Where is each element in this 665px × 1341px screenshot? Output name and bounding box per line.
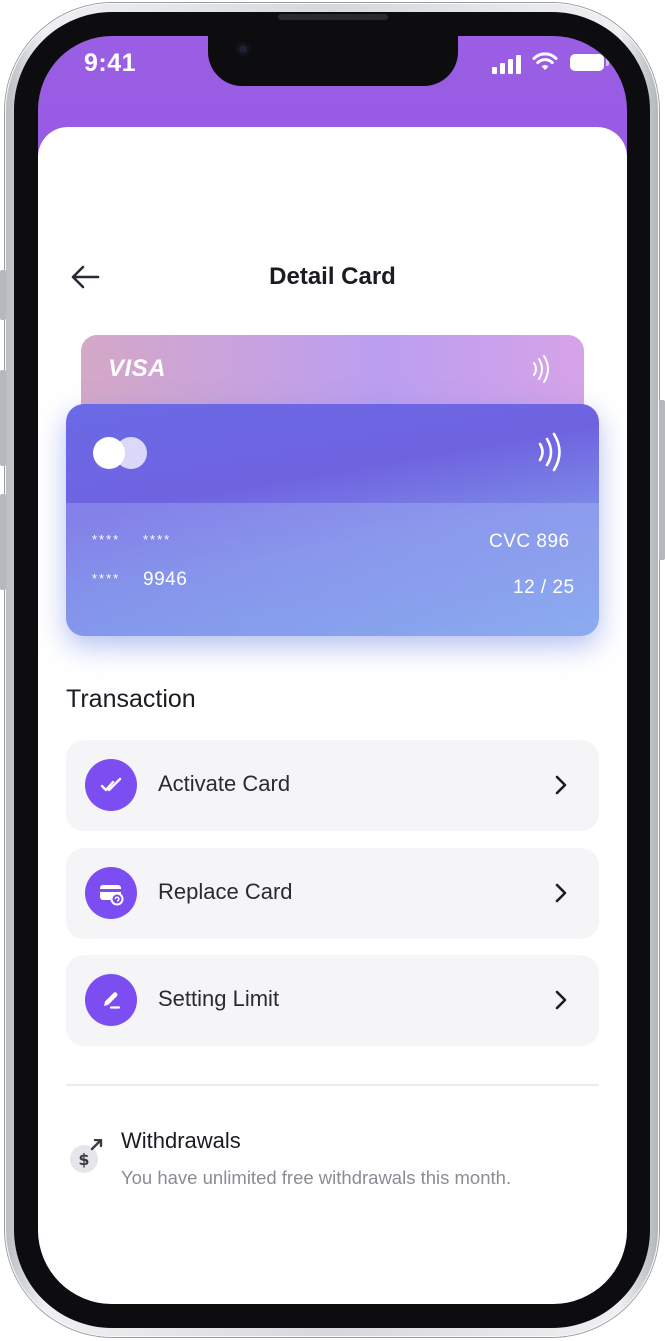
chevron-right-icon xyxy=(555,775,567,795)
contactless-icon xyxy=(538,432,561,472)
replace-card-label: Replace Card xyxy=(158,879,293,904)
volume-up-button xyxy=(0,370,6,466)
activate-card-button[interactable]: Activate Card xyxy=(66,740,599,831)
setting-limit-button[interactable]: Setting Limit xyxy=(66,955,599,1046)
svg-text:$: $ xyxy=(78,1150,89,1169)
primary-card[interactable]: **** **** **** 9946 CVC 896 12 / 25 xyxy=(66,404,599,636)
screen: 9:41 Detail Card VISA **** **** **** 994… xyxy=(38,36,627,1304)
pencil-icon xyxy=(85,974,137,1026)
withdrawals-title: Withdrawals xyxy=(121,1128,241,1153)
mastercard-logo-icon xyxy=(93,437,147,469)
card-number-group: **** xyxy=(92,532,121,547)
battery-tip xyxy=(606,59,609,66)
withdrawals-subtitle: You have unlimited free withdrawals this… xyxy=(121,1167,512,1188)
card-last-digits: 9946 xyxy=(143,569,188,590)
wifi-icon xyxy=(532,52,558,70)
earpiece-speaker xyxy=(278,14,388,20)
card-number-group: **** xyxy=(92,571,121,586)
visa-logo: VISA xyxy=(108,355,167,382)
front-camera xyxy=(236,42,250,56)
status-time: 9:41 xyxy=(84,49,137,77)
battery-icon xyxy=(570,54,604,71)
chevron-right-icon xyxy=(555,883,567,903)
card-number-group: **** xyxy=(143,532,172,547)
dollar-withdraw-icon: $ xyxy=(70,1139,103,1173)
mute-switch xyxy=(0,270,6,320)
activate-card-label: Activate Card xyxy=(158,771,291,796)
power-button xyxy=(659,400,665,560)
divider xyxy=(66,1084,599,1086)
card-refresh-icon xyxy=(85,867,137,919)
contactless-icon xyxy=(533,355,549,383)
double-check-icon xyxy=(85,759,137,811)
section-title-transaction: Transaction xyxy=(66,685,196,713)
page-title: Detail Card xyxy=(269,263,396,290)
notch xyxy=(208,36,458,86)
cellular-signal-icon xyxy=(492,54,524,74)
card-expiry: 12 / 25 xyxy=(513,577,575,598)
content-sheet: Detail Card VISA **** **** **** 9946 CVC… xyxy=(38,127,627,1304)
volume-down-button xyxy=(0,494,6,590)
setting-limit-label: Setting Limit xyxy=(158,986,280,1011)
card-cvc: CVC 896 xyxy=(489,531,570,552)
replace-card-button[interactable]: Replace Card xyxy=(66,848,599,939)
chevron-right-icon xyxy=(555,990,567,1010)
